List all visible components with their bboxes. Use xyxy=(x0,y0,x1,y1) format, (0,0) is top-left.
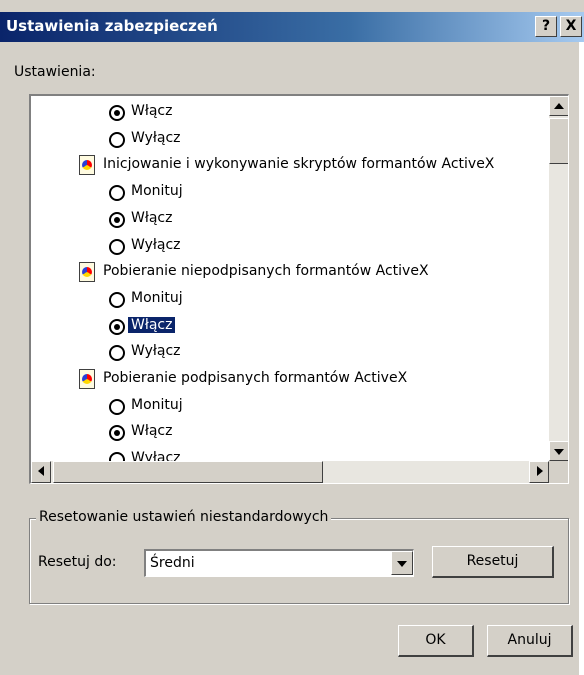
settings-list-content: Włącz Wyłącz Inicjowanie i wykonywanie skr… xyxy=(31,96,549,461)
radio-unchecked-icon[interactable] xyxy=(109,345,125,362)
chevron-down-icon xyxy=(397,561,407,567)
setting-option-radio[interactable]: Wyłącz xyxy=(31,447,549,461)
setting-category-label: Inicjowanie i wykonywanie skryptów forma… xyxy=(103,156,495,173)
settings-list[interactable]: Włącz Wyłącz Inicjowanie i wykonywanie skr… xyxy=(29,94,569,484)
setting-option-label: Monituj xyxy=(131,396,183,413)
scrollbar-corner xyxy=(549,461,568,483)
cancel-button[interactable]: Anuluj xyxy=(487,625,573,657)
vertical-scrollbar[interactable] xyxy=(549,96,568,461)
setting-option-label: Włącz xyxy=(131,423,173,440)
radio-unchecked-icon[interactable] xyxy=(109,291,125,308)
setting-option-radio[interactable]: Monituj xyxy=(31,394,549,420)
setting-option-label: Włącz xyxy=(131,103,173,119)
scroll-down-button[interactable] xyxy=(549,441,568,461)
setting-option-radio[interactable]: Wyłącz xyxy=(31,340,549,366)
setting-option-label: Włącz xyxy=(128,316,176,333)
arrow-right-icon xyxy=(537,466,543,476)
setting-option-label: Monituj xyxy=(131,183,183,200)
setting-option-label: Wyłącz xyxy=(131,450,181,461)
setting-category[interactable]: Inicjowanie i wykonywanie skryptów forma… xyxy=(31,153,549,179)
security-setting-icon xyxy=(79,262,95,283)
scroll-left-button[interactable] xyxy=(31,461,51,483)
radio-checked-icon[interactable] xyxy=(109,211,125,228)
setting-category-label: Pobieranie podpisanych formantów ActiveX xyxy=(103,370,408,386)
ok-button[interactable]: OK xyxy=(398,625,474,657)
scroll-up-button[interactable] xyxy=(549,96,568,116)
reset-button[interactable]: Resetuj xyxy=(432,546,554,578)
setting-category[interactable]: Pobieranie podpisanych formantów ActiveX xyxy=(31,367,549,393)
setting-option-label: Włącz xyxy=(131,209,173,226)
setting-option-radio[interactable]: Włącz xyxy=(31,314,549,340)
window-edge xyxy=(579,42,584,675)
setting-option-radio[interactable]: Monituj xyxy=(31,287,549,313)
setting-category[interactable]: Pobieranie niepodpisanych formantów Acti… xyxy=(31,260,549,286)
setting-option-radio[interactable]: Włącz xyxy=(31,420,549,446)
help-button[interactable]: ? xyxy=(535,16,557,37)
security-setting-icon xyxy=(79,369,95,389)
security-settings-dialog: Ustawienia zabezpieczeń ? X Ustawienia: … xyxy=(0,0,584,675)
setting-option-label: Wyłącz xyxy=(131,343,181,360)
setting-option-label: Wyłącz xyxy=(131,129,181,146)
radio-unchecked-icon[interactable] xyxy=(109,185,125,202)
horizontal-scrollbar[interactable] xyxy=(31,461,549,483)
settings-label: Ustawienia: xyxy=(14,64,96,80)
scroll-right-button[interactable] xyxy=(529,461,549,483)
horizontal-scroll-thumb[interactable] xyxy=(53,461,323,483)
radio-checked-icon[interactable] xyxy=(109,105,125,121)
arrow-left-icon xyxy=(38,466,44,476)
vertical-scroll-thumb[interactable] xyxy=(549,118,568,164)
title-bar[interactable]: Ustawienia zabezpieczeń ? X xyxy=(0,12,584,42)
window-title: Ustawienia zabezpieczeń xyxy=(6,17,218,35)
setting-option-label: Monituj xyxy=(131,289,183,306)
reset-level-select[interactable]: Średni xyxy=(144,549,414,577)
reset-group-legend: Resetowanie ustawień niestandardowych xyxy=(36,509,332,525)
radio-unchecked-icon[interactable] xyxy=(109,398,125,415)
reset-level-value: Średni xyxy=(150,555,195,571)
reset-to-label: Resetuj do: xyxy=(38,554,117,570)
radio-unchecked-icon[interactable] xyxy=(109,452,125,461)
radio-unchecked-icon[interactable] xyxy=(109,238,125,255)
arrow-up-icon xyxy=(554,103,564,109)
setting-option-radio[interactable]: Wyłącz xyxy=(31,234,549,260)
radio-checked-icon[interactable] xyxy=(109,318,125,335)
setting-option-radio[interactable]: Włącz xyxy=(31,207,549,233)
close-button[interactable]: X xyxy=(560,16,582,37)
setting-option-radio[interactable]: Wyłącz xyxy=(31,127,549,153)
setting-option-radio[interactable]: Włącz xyxy=(31,100,549,126)
radio-unchecked-icon[interactable] xyxy=(109,131,125,148)
setting-category-label: Pobieranie niepodpisanych formantów Acti… xyxy=(103,263,429,280)
security-setting-icon xyxy=(79,155,95,176)
dropdown-button[interactable] xyxy=(391,551,413,575)
radio-checked-icon[interactable] xyxy=(109,425,125,442)
setting-option-label: Wyłącz xyxy=(131,236,181,253)
setting-option-radio[interactable]: Monituj xyxy=(31,180,549,206)
arrow-down-icon xyxy=(554,449,564,455)
